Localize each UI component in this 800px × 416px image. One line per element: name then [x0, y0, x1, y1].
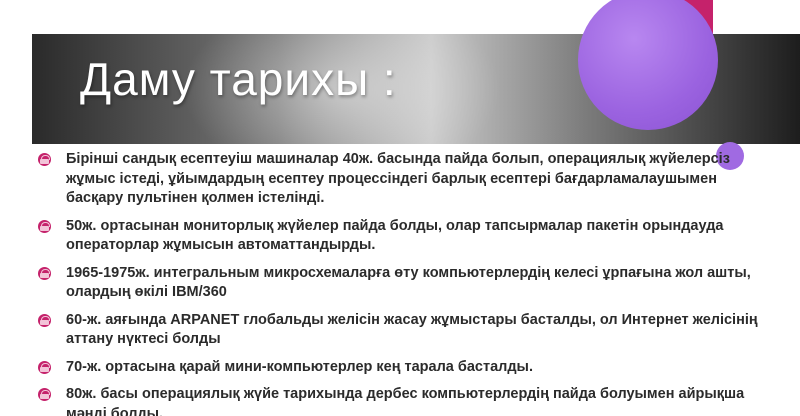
list-item: 70-ж. ортасына қарай мини-компьютерлер к…: [38, 358, 758, 378]
list-item: 1965-1975ж. интегральным микросхемаларға…: [38, 264, 758, 303]
list-item: 60-ж. аяғында ARPANET глобальды желісін …: [38, 311, 758, 350]
list-item: 80ж. басы операциялық жүйе тарихында дер…: [38, 385, 758, 416]
list-item-text: 1965-1975ж. интегральным микросхемаларға…: [66, 264, 751, 301]
list-item-text: 70-ж. ортасына қарай мини-компьютерлер к…: [66, 358, 533, 375]
list-item: 50ж. ортасынан мониторлық жүйелер пайда …: [38, 217, 758, 256]
list-item-text: 60-ж. аяғында ARPANET глобальды желісін …: [66, 311, 758, 348]
list-item: Бірінші сандық есептеуіш машиналар 40ж. …: [38, 150, 758, 209]
bullet-list: Бірінші сандық есептеуіш машиналар 40ж. …: [38, 150, 758, 416]
bullet-lock-icon: [38, 153, 51, 166]
slide: Даму тарихы : Бірінші сандық есептеуіш м…: [0, 0, 800, 416]
bullet-lock-icon: [38, 313, 51, 327]
list-item-text: 50ж. ортасынан мониторлық жүйелер пайда …: [66, 217, 724, 254]
bullet-lock-icon: [38, 266, 51, 280]
list-item-text: 80ж. басы операциялық жүйе тарихында дер…: [66, 386, 745, 416]
list-item-text: Бірінші сандық есептеуіш машиналар 40ж. …: [66, 151, 730, 206]
bullet-lock-icon: [38, 388, 51, 401]
bullet-lock-icon: [38, 219, 51, 233]
slide-title: Даму тарихы :: [80, 53, 397, 105]
bullet-lock-icon: [38, 360, 51, 374]
